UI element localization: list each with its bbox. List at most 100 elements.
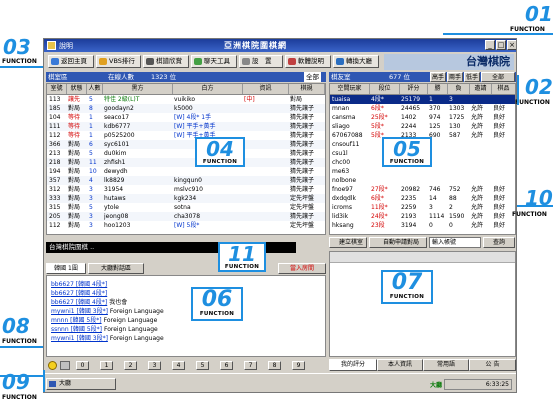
players-filter[interactable]: 全部 — [481, 72, 515, 82]
ranking-button[interactable]: VBS排行 — [96, 55, 141, 68]
game-row[interactable]: 112 等待 1 p0525200 [W] 平手+黃手 猜先讓子 — [47, 131, 325, 140]
keyboard-icon[interactable] — [60, 361, 70, 370]
game-row[interactable]: 185 對局 8 goodayn2 k5000 猜先讓子 — [47, 104, 325, 113]
player-cell-rank: 6段* — [371, 195, 384, 202]
number-button[interactable]: 8 — [268, 361, 281, 370]
col-count[interactable]: 人數 — [87, 84, 103, 94]
number-button[interactable]: 7 — [244, 361, 257, 370]
board-icon — [146, 58, 154, 65]
player-row[interactable]: fnoe97 27段* 20982 746 752 允許 良好 — [330, 185, 515, 194]
number-button[interactable]: 6 — [220, 361, 233, 370]
enter-room-button[interactable]: 當入房間 — [278, 263, 326, 274]
player-cell-loss: 1590 — [449, 213, 465, 220]
player-row[interactable]: hksang 23段 3194 0 0 允許 良好 — [330, 221, 515, 230]
tab-lobby-chat[interactable]: 大廳對話區 — [88, 263, 144, 274]
game-row[interactable]: 194 對局 10 dewydh 猜先讓子 — [47, 167, 325, 176]
col-room[interactable]: 室號 — [47, 84, 67, 94]
game-row[interactable]: 205 對局 3 jeong08 cha3078 猜先讓子 — [47, 212, 325, 221]
chat-user[interactable]: mywni1 [韓國 3段*] — [51, 335, 108, 342]
player-row[interactable]: mnan 6段* 24465 370 1303 允許 良好 — [330, 104, 515, 113]
player-row[interactable]: nolbone — [330, 176, 515, 185]
game-row[interactable]: 333 對局 3 hutaws kgk234 定先坪盤 — [47, 194, 325, 203]
player-row[interactable]: tuaisa 4段* 25179 1 3 — [330, 95, 515, 104]
title-bar[interactable]: 說明 亞洲棋院圍棋網 _ □ × — [44, 39, 516, 52]
col-rule[interactable]: 棋規 — [289, 84, 325, 94]
software-help-button[interactable]: 軟體說明 — [285, 55, 331, 68]
col-black[interactable]: 黑方 — [103, 84, 173, 94]
tab-high-players[interactable]: 高手 — [430, 72, 446, 82]
tab-announcement[interactable]: 公 告 — [469, 359, 516, 371]
chat-tools-button[interactable]: 聊天工具 — [191, 55, 237, 68]
chat-user[interactable]: bb6627 [韓國 4段*] — [51, 281, 107, 288]
tab-my-score[interactable]: 我的評分 — [329, 359, 377, 371]
game-row[interactable]: 315 對局 5 ytole sotna 定先坪盤 — [47, 203, 325, 212]
col-grade[interactable]: 棋品 — [492, 84, 515, 94]
create-room-button[interactable]: 建立棋室 — [329, 237, 367, 248]
game-cell-room: 366 — [49, 141, 61, 148]
account-search-input[interactable]: 輸入帳號 — [429, 237, 481, 248]
player-row[interactable]: sliago 5段* 2244 125 130 允許 良好 — [330, 122, 515, 131]
game-row[interactable]: 357 對局 4 lk8829 kingqun0 猜先讓子 — [47, 176, 325, 185]
game-row[interactable]: 366 對局 6 syc6101 猜先讓子 — [47, 140, 325, 149]
chat-user[interactable]: bb6627 [韓國 4段*] — [51, 299, 107, 306]
number-button[interactable]: 1 — [100, 361, 113, 370]
games-filter[interactable]: 全部 — [304, 72, 321, 82]
col-loss[interactable]: 負 — [448, 84, 470, 94]
col-status[interactable]: 狀態 — [67, 84, 87, 94]
lobby-status-button[interactable]: 大廳 — [46, 378, 116, 390]
maximize-button[interactable]: □ — [496, 40, 506, 50]
player-row[interactable]: cansma 25段* 1402 974 1725 允許 良好 — [330, 113, 515, 122]
tab-phrases[interactable]: 常用語 — [423, 359, 469, 371]
player-row[interactable]: me63 — [330, 167, 515, 176]
tab-room-chat[interactable]: 韓國 1圍 — [46, 263, 86, 274]
player-cell-rank: 5段* — [371, 123, 384, 130]
col-invite[interactable]: 邀請 — [470, 84, 492, 94]
tab-my-info[interactable]: 本人資訊 — [377, 359, 423, 371]
player-row[interactable]: lid3ik 24段* 2193 1114 1590 允許 良好 — [330, 212, 515, 221]
player-row[interactable]: icroms 11段* 2259 3 2 允許 良好 — [330, 203, 515, 212]
number-button[interactable]: 2 — [124, 361, 137, 370]
game-row[interactable]: 104 等待 1 seaco17 [W] 4段* 1手 猜先讓子 — [47, 113, 325, 122]
game-row[interactable]: 111 等待 1 kdb6777 [W] 平手+黃手 猜先讓子 — [47, 122, 325, 131]
col-player[interactable]: 空間玩家 — [330, 84, 370, 94]
auto-match-button[interactable]: 自動申請對局 — [369, 237, 427, 248]
col-win[interactable]: 勝 — [428, 84, 448, 94]
info-tabs: 我的評分 本人資訊 常用語 公 告 — [329, 359, 516, 371]
tab-low-players[interactable]: 低手 — [464, 72, 480, 82]
col-score[interactable]: 評分 — [400, 84, 428, 94]
tab-mid-players[interactable]: 兩手 — [447, 72, 463, 82]
game-row[interactable]: 218 對局 11 zhfish1 猜先讓子 — [47, 158, 325, 167]
emoticon-icon[interactable] — [48, 361, 57, 370]
switch-lobby-button[interactable]: 轉換大廳 — [333, 55, 379, 68]
player-cell-invite: 允許 — [471, 195, 484, 202]
game-row[interactable]: 312 對局 3 31954 mslvc910 猜先讓子 — [47, 185, 325, 194]
game-records-button[interactable]: 棋譜欣賞 — [143, 55, 189, 68]
game-row[interactable]: 213 對局 5 du0kim 猜先讓子 — [47, 149, 325, 158]
game-row[interactable]: 112 對局 3 hoo1203 [W] 5段* 定先坪盤 — [47, 221, 325, 230]
col-rank[interactable]: 段位 — [370, 84, 400, 94]
close-button[interactable]: × — [507, 40, 516, 50]
minimize-button[interactable]: _ — [485, 40, 495, 50]
chat-user[interactable]: mnnn [韓國 5段*] — [51, 317, 102, 324]
player-cell-win: 1114 — [429, 213, 445, 220]
number-button[interactable]: 4 — [172, 361, 185, 370]
help-menu[interactable]: 說明 — [59, 41, 73, 51]
chat-user[interactable]: bb6627 [韓國 4段*] — [51, 290, 107, 297]
player-row[interactable]: dxdqdlk 6段* 2235 14 88 允許 良好 — [330, 194, 515, 203]
game-row[interactable]: 113 讓先 5 特佳 2級(L)T vuikiko [中] 對局 — [47, 95, 325, 104]
game-cell-rule: 對局 — [290, 96, 303, 103]
number-button[interactable]: 5 — [196, 361, 209, 370]
settings-button[interactable]: 設 置 — [239, 55, 283, 68]
game-cell-status: 對局 — [68, 150, 81, 157]
chat-user[interactable]: mywni1 [韓國 3段*] — [51, 308, 108, 315]
game-cell-room: 113 — [49, 96, 61, 103]
home-button[interactable]: 返回主頁 — [48, 55, 94, 68]
switch-icon — [336, 58, 344, 65]
number-button[interactable]: 9 — [292, 361, 305, 370]
chat-user[interactable]: ssnnn [韓國 5段*] — [51, 326, 102, 333]
col-info[interactable]: 資訊 — [243, 84, 289, 94]
number-button[interactable]: 0 — [76, 361, 89, 370]
search-button[interactable]: 查詢 — [483, 237, 515, 248]
col-white[interactable]: 白方 — [173, 84, 243, 94]
number-button[interactable]: 3 — [148, 361, 161, 370]
